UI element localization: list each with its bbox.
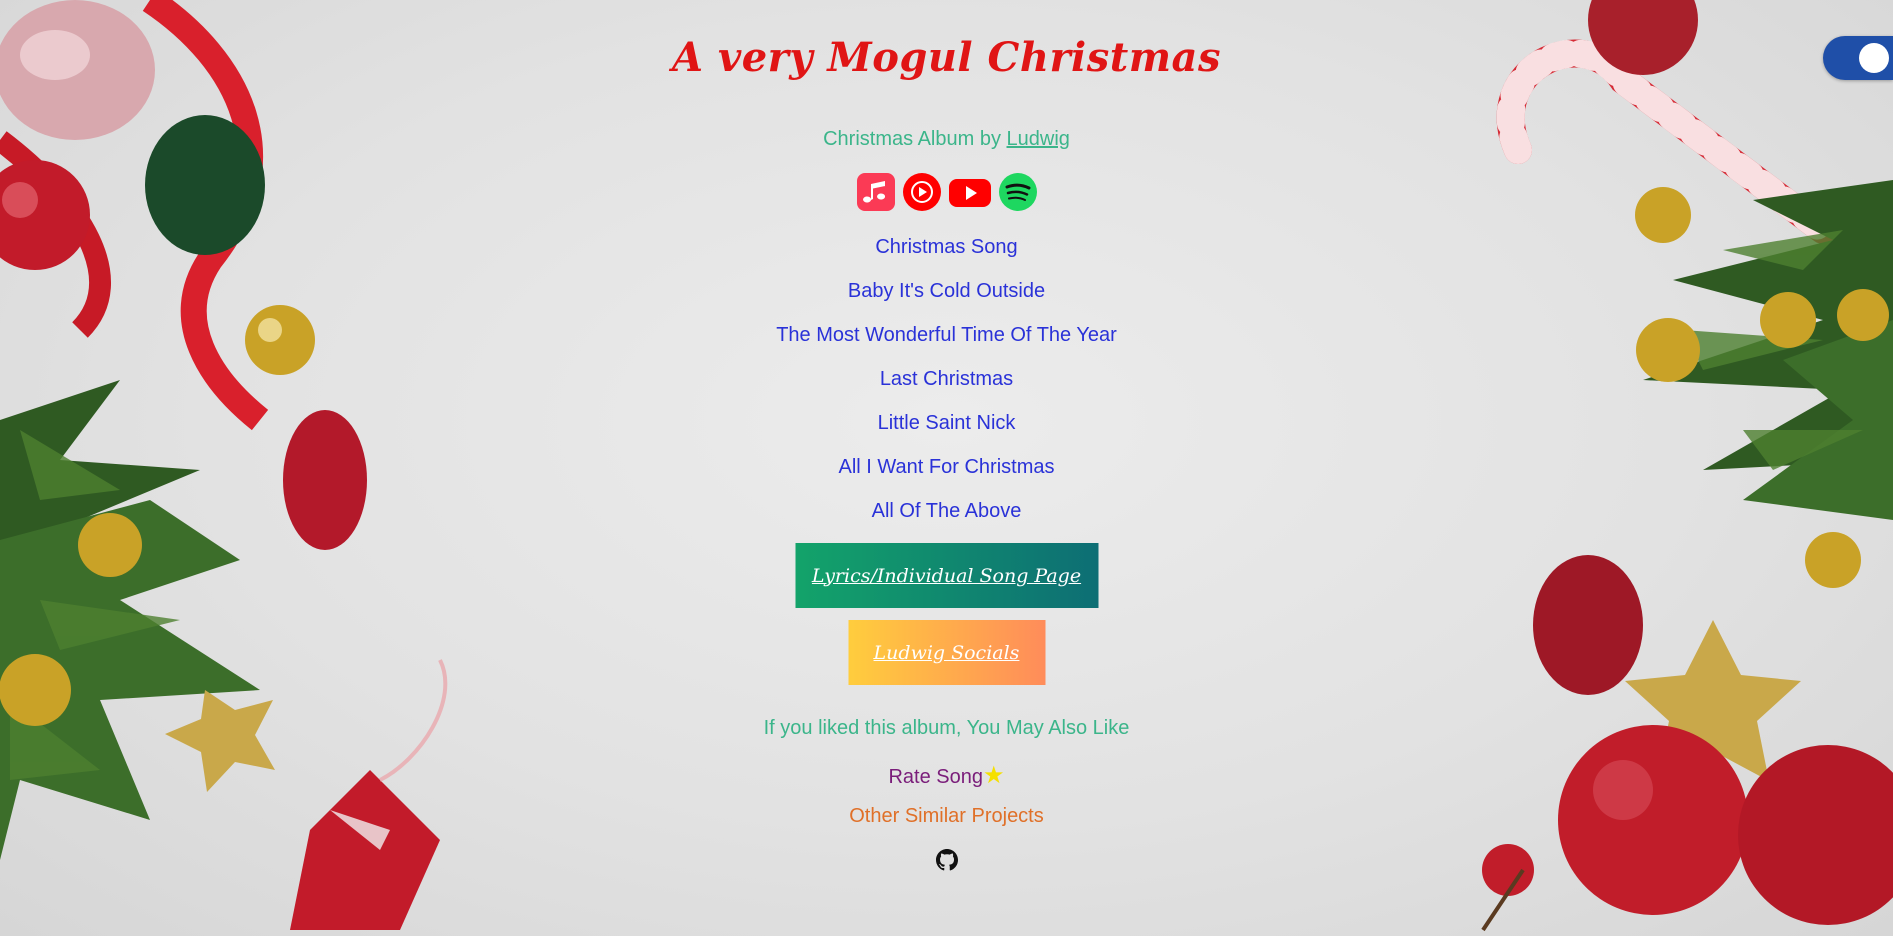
subtitle-text: Christmas Album by: [823, 128, 1007, 150]
also-like-text: If you liked this album, You May Also Li…: [763, 717, 1130, 739]
socials-button[interactable]: Ludwig Socials: [848, 620, 1045, 685]
song-link[interactable]: All I Want For Christmas: [0, 452, 1893, 496]
song-list: Christmas Song Baby It's Cold Outside Th…: [0, 232, 1893, 540]
page-title: A very Mogul Christmas: [672, 34, 1221, 81]
youtube-icon[interactable]: [948, 172, 992, 212]
rate-song-link[interactable]: Rate Song★: [0, 761, 1893, 790]
rate-song-label: Rate Song: [888, 766, 983, 788]
platform-links: [0, 172, 1893, 212]
song-link[interactable]: The Most Wonderful Time Of The Year: [0, 320, 1893, 364]
other-projects-link[interactable]: Other Similar Projects: [0, 805, 1893, 828]
song-link[interactable]: Little Saint Nick: [0, 408, 1893, 452]
artist-link[interactable]: Ludwig: [1007, 128, 1070, 150]
album-subtitle: Christmas Album by Ludwig: [0, 128, 1893, 151]
song-link[interactable]: Last Christmas: [0, 364, 1893, 408]
apple-music-icon[interactable]: [856, 172, 896, 212]
lyrics-button[interactable]: Lyrics/Individual Song Page: [795, 543, 1098, 608]
star-icon: ★: [983, 762, 1005, 789]
song-link[interactable]: Baby It's Cold Outside: [0, 276, 1893, 320]
youtube-music-icon[interactable]: [902, 172, 942, 212]
song-link[interactable]: All Of The Above: [0, 496, 1893, 540]
spotify-icon[interactable]: [998, 172, 1038, 212]
github-icon[interactable]: [935, 849, 958, 871]
song-link[interactable]: Christmas Song: [0, 232, 1893, 276]
